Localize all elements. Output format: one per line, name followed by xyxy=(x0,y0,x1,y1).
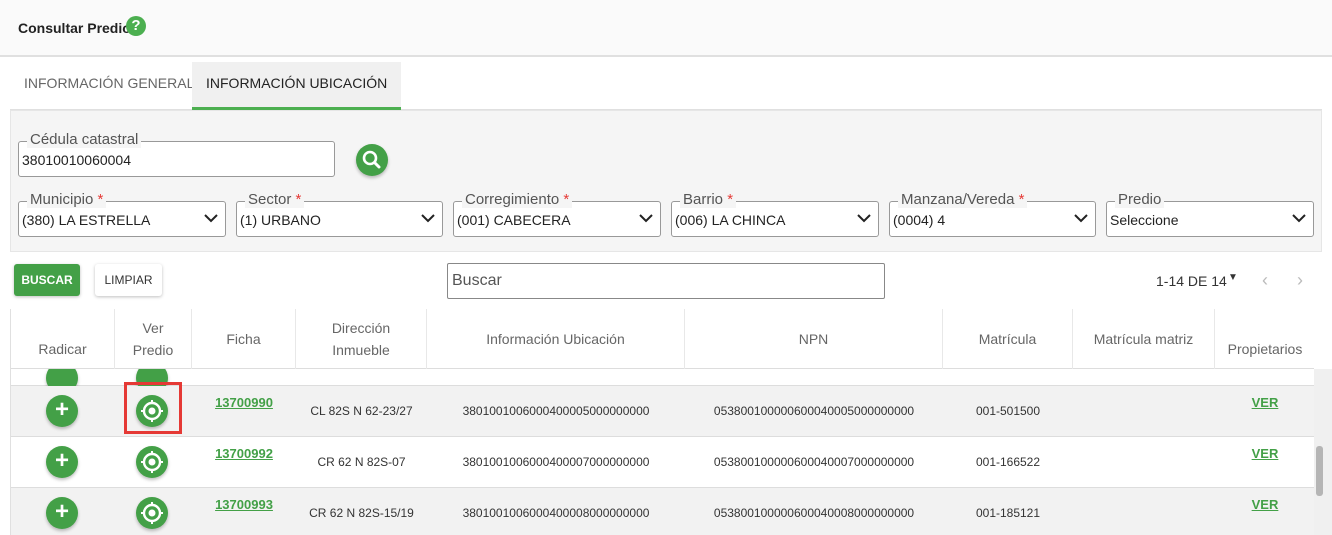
predio-value: Seleccione xyxy=(1110,212,1179,228)
pagination-range[interactable]: 1-14 DE 14 xyxy=(1156,273,1227,289)
tab-bar: INFORMACIÓN GENERAL INFORMACIÓN UBICACIÓ… xyxy=(10,62,1322,110)
chevron-down-icon xyxy=(1292,214,1306,223)
search-icon xyxy=(362,150,381,169)
header-direccion-line1: Dirección xyxy=(331,320,391,336)
npn-cell: 053800100000600040005000000000 xyxy=(713,404,915,418)
header-ver-predio[interactable]: Ver Predio xyxy=(115,309,192,369)
chevron-right-icon[interactable]: › xyxy=(1297,270,1303,291)
limpiar-button[interactable]: LIMPIAR xyxy=(95,264,162,296)
ver-predio-button[interactable] xyxy=(136,497,168,529)
chevron-down-icon xyxy=(639,214,653,223)
chevron-down-icon xyxy=(1074,214,1088,223)
municipio-select[interactable]: Municipio * (380) LA ESTRELLA xyxy=(18,192,226,237)
header-matricula[interactable]: Matrícula xyxy=(943,309,1073,369)
radicar-button[interactable]: + xyxy=(46,395,78,427)
table-row: + 13700993 CR 62 N 82S-15/19 38010010060… xyxy=(11,488,1314,535)
cedula-catastral-value: 38010010060004 xyxy=(22,152,132,168)
required-mark: * xyxy=(727,191,734,208)
chevron-left-icon[interactable]: ‹ xyxy=(1262,270,1268,291)
cedula-catastral-label: Cédula catastral xyxy=(27,132,142,148)
info-ubicacion-cell: 3801001006000400008000000000 xyxy=(462,506,650,520)
radicar-button[interactable]: + xyxy=(46,497,78,529)
chevron-down-icon xyxy=(204,214,218,223)
barrio-value: (006) LA CHINCA xyxy=(675,212,786,228)
page-header: Consultar Predio ? xyxy=(0,0,1332,57)
radicar-button[interactable]: + xyxy=(46,446,78,478)
required-mark: * xyxy=(295,191,302,208)
direccion-cell: CL 82S N 62-23/27 xyxy=(310,404,413,418)
sector-label: Sector xyxy=(248,191,292,208)
manzana-vereda-label: Manzana/Vereda xyxy=(901,191,1015,208)
municipio-label: Municipio xyxy=(30,191,94,208)
table-row: + 13700992 CR 62 N 82S-07 38010010060004… xyxy=(11,437,1314,488)
matricula-matriz-cell xyxy=(1073,488,1215,535)
page-title: Consultar Predio xyxy=(18,20,131,36)
tab-informacion-ubicacion[interactable]: INFORMACIÓN UBICACIÓN xyxy=(192,62,402,110)
buscar-button[interactable]: BUSCAR xyxy=(14,264,80,296)
matricula-cell: 001-166522 xyxy=(975,455,1041,469)
tab-informacion-general[interactable]: INFORMACIÓN GENERAL xyxy=(10,62,208,110)
barrio-label: Barrio xyxy=(683,191,724,208)
ver-predio-button[interactable] xyxy=(136,446,168,478)
table-search-input[interactable] xyxy=(448,264,884,298)
table-row: + 13700990 CL 82S N 62-23/27 38010010060… xyxy=(11,386,1314,437)
plus-icon: + xyxy=(54,396,69,423)
header-ver-predio-line1: Ver xyxy=(142,320,164,336)
npn-cell: 053800100000600040008000000000 xyxy=(713,506,915,520)
ficha-link[interactable]: 13700990 xyxy=(192,386,296,437)
required-mark: * xyxy=(1018,191,1025,208)
info-ubicacion-cell: 3801001006000400007000000000 xyxy=(462,455,650,469)
matricula-cell: 001-501500 xyxy=(975,404,1041,418)
sector-select[interactable]: Sector * (1) URBANO xyxy=(236,192,443,237)
chevron-down-icon xyxy=(421,214,435,223)
required-mark: * xyxy=(97,191,104,208)
municipio-value: (380) LA ESTRELLA xyxy=(22,212,151,228)
ficha-link[interactable]: 13700993 xyxy=(192,488,296,535)
caret-down-icon[interactable]: ▼ xyxy=(1228,272,1238,283)
barrio-select[interactable]: Barrio * (006) LA CHINCA xyxy=(671,192,879,237)
required-mark: * xyxy=(563,191,570,208)
target-icon xyxy=(141,451,163,473)
propietarios-ver-link[interactable]: VER xyxy=(1215,437,1314,488)
direccion-cell: CR 62 N 82S-15/19 xyxy=(309,506,414,520)
corregimiento-label: Corregimiento xyxy=(465,191,560,208)
manzana-vereda-value: (0004) 4 xyxy=(893,212,946,228)
target-icon xyxy=(141,502,163,524)
header-ver-predio-line2: Predio xyxy=(132,342,174,358)
header-matricula-matriz[interactable]: Matrícula matriz xyxy=(1073,309,1215,369)
results-table: Radicar Ver Predio Ficha Dirección Inmue… xyxy=(10,309,1314,535)
propietarios-ver-link[interactable]: VER xyxy=(1215,386,1314,437)
manzana-vereda-select[interactable]: Manzana/Vereda * (0004) 4 xyxy=(889,192,1096,237)
table-search-field[interactable] xyxy=(447,263,885,299)
predio-label: Predio xyxy=(1115,192,1165,208)
ficha-link[interactable]: 13700992 xyxy=(192,437,296,488)
header-radicar[interactable]: Radicar xyxy=(11,309,115,369)
header-npn[interactable]: NPN xyxy=(685,309,943,369)
header-direccion-line2: Inmueble xyxy=(332,342,390,358)
help-icon[interactable]: ? xyxy=(126,16,146,36)
plus-icon: + xyxy=(54,447,69,474)
matricula-cell: 001-185121 xyxy=(975,506,1041,520)
header-informacion-ubicacion[interactable]: Información Ubicación xyxy=(427,309,685,369)
scrollbar-thumb[interactable] xyxy=(1316,446,1323,496)
chevron-down-icon xyxy=(857,214,871,223)
direccion-cell: CR 62 N 82S-07 xyxy=(317,455,406,469)
corregimiento-select[interactable]: Corregimiento * (001) CABECERA xyxy=(453,192,661,237)
corregimiento-value: (001) CABECERA xyxy=(457,212,571,228)
predio-select[interactable]: Predio Seleccione xyxy=(1106,192,1314,237)
propietarios-ver-link[interactable]: VER xyxy=(1215,488,1314,535)
cedula-catastral-field[interactable]: Cédula catastral 38010010060004 xyxy=(18,132,335,177)
search-button[interactable] xyxy=(356,144,388,176)
header-direccion[interactable]: Dirección Inmueble xyxy=(296,309,427,369)
info-ubicacion-cell: 3801001006000400005000000000 xyxy=(462,404,650,418)
npn-cell: 053800100000600040007000000000 xyxy=(713,455,915,469)
sector-value: (1) URBANO xyxy=(240,212,321,228)
table-header: Radicar Ver Predio Ficha Dirección Inmue… xyxy=(11,309,1314,369)
matricula-matriz-cell xyxy=(1073,437,1215,488)
header-ficha[interactable]: Ficha xyxy=(192,309,296,369)
selection-highlight xyxy=(124,382,182,434)
header-propietarios[interactable]: Propietarios xyxy=(1215,309,1314,369)
plus-icon: + xyxy=(54,498,69,525)
matricula-matriz-cell xyxy=(1073,386,1215,437)
